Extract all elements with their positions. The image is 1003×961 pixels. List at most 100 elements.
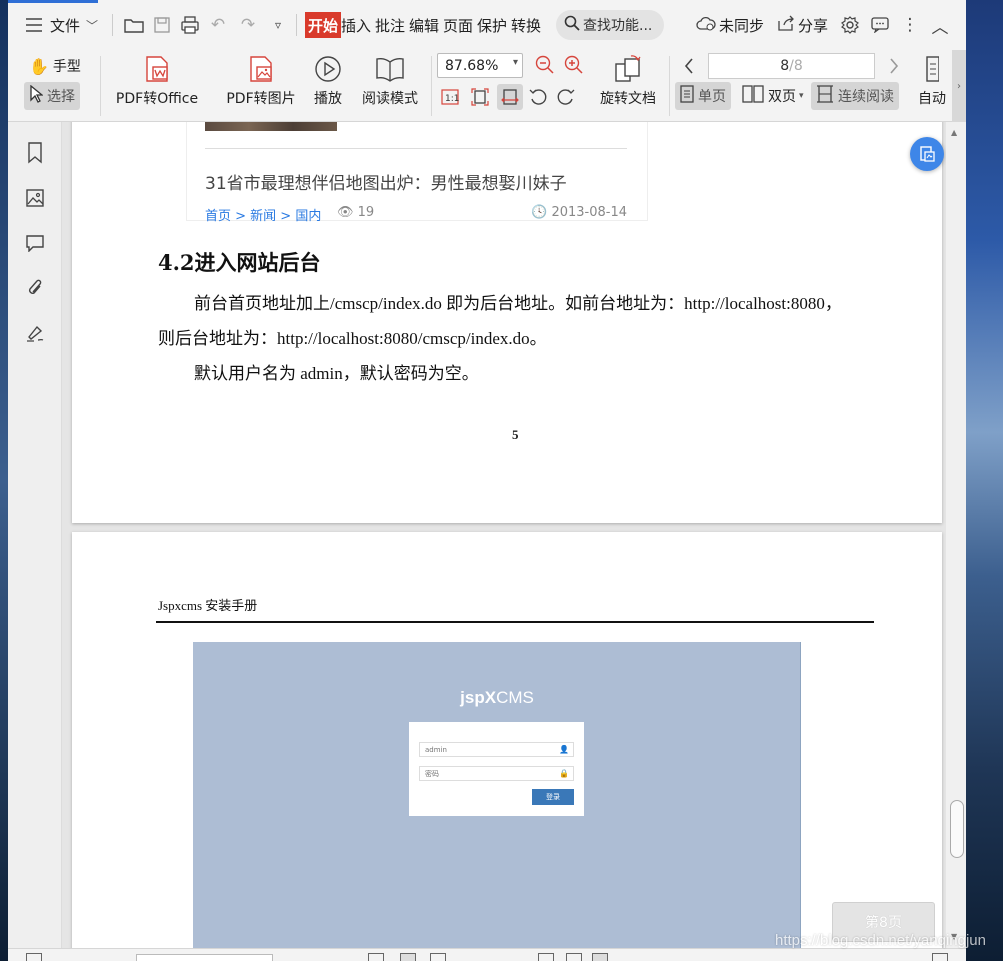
hamburger-menu-icon[interactable] [22,12,46,38]
actual-size-icon[interactable]: 1:1 [437,84,463,110]
read-mode-button[interactable]: 阅读模式 [358,54,422,108]
double-page-button[interactable]: 双页 ▾ [737,82,809,110]
page-number-input[interactable]: 8/8 [708,53,875,79]
tab-insert[interactable]: 插入 [341,12,371,38]
username-field: admin 👤 [419,742,574,757]
sync-status[interactable]: 未同步 [696,12,764,38]
open-folder-icon[interactable] [122,12,146,38]
tab-protect[interactable]: 保护 [477,12,507,38]
fit-width-view-icon[interactable] [538,953,554,961]
full-screen-icon[interactable] [592,953,608,961]
signature-pen-icon[interactable] [22,320,48,346]
jspxcms-logo: jspXCMS [193,688,801,708]
rotate-document-label: 旋转文档 [600,91,656,107]
pdf-to-office-button[interactable]: PDF转Office [111,54,203,108]
pdf-to-office-label: PDF转Office [115,91,199,107]
feature-search-input[interactable]: 查找功能... [556,10,664,40]
single-page-button[interactable]: 单页 [675,82,731,110]
menu-bar: 文件 ﹀ ↶ ↷ ▿ 开始 插入 批注 编辑 页面 保护 转换 查找功能... [8,0,966,50]
news-date-value: 2013-08-14 [551,205,627,220]
search-icon [564,15,580,35]
paragraph-admin-url-line1: 前台首页地址加上/cmscp/index.do 即为后台地址。如前台地址为：ht… [194,294,842,313]
tab-comment[interactable]: 批注 [375,12,405,38]
cursor-arrow-icon [29,84,44,107]
scroll-up-arrow-icon[interactable]: ▲ [951,128,957,137]
previous-page-icon[interactable] [676,53,702,79]
pdf-page-5: 31省市最理想伴侣地图出炉：男性最想娶川妹子 首页 > 新闻 > 国内 👁 19… [72,122,942,523]
share-icon [777,15,795,35]
tab-convert[interactable]: 转换 [511,12,541,38]
share-button[interactable]: 分享 [777,12,828,38]
fit-width-icon[interactable] [497,84,523,110]
continuous-reading-button[interactable]: 连续阅读 [811,82,899,110]
search-placeholder: 查找功能... [583,18,653,34]
rotate-document-button[interactable]: 旋转文档 [596,54,660,108]
tab-page-label: 页面 [443,16,474,35]
login-button: 登录 [532,789,574,805]
password-placeholder: 密码 [425,769,439,778]
logo-part-x: X [484,688,497,707]
zoom-value: 87.68% [445,57,499,74]
page-header-title: Jspxcms 安装手册 [158,598,258,613]
document-viewport[interactable]: 31省市最理想伴侣地图出炉：男性最想娶川妹子 首页 > 新闻 > 国内 👁 19… [62,122,946,948]
zoom-level-select[interactable]: 87.68% ▾ [437,53,523,78]
double-page-view-icon[interactable] [430,953,446,961]
logo-part-cms: CMS [496,688,534,707]
sidebar-toggle-icon[interactable] [26,953,42,961]
lock-icon: 🔒 [559,769,569,778]
file-menu-label: 文件 [50,16,81,35]
tab-edit[interactable]: 编辑 [409,12,439,38]
auto-scroll-button[interactable]: 自动 [914,54,950,108]
next-page-icon[interactable] [881,53,907,79]
rotate-left-icon[interactable] [525,84,551,110]
double-page-label: 双页 [768,89,796,105]
expand-icon[interactable] [932,953,948,961]
quick-access-dropdown-icon[interactable]: ▿ [266,12,290,38]
tab-edit-label: 编辑 [409,16,440,35]
news-views-count: 19 [357,205,375,220]
continuous-reading-label: 连续阅读 [838,89,894,105]
save-icon[interactable] [150,12,174,38]
bookmark-icon[interactable] [22,140,48,166]
zoom-out-icon[interactable] [532,52,558,78]
status-page-input[interactable] [136,954,273,961]
single-page-view-icon[interactable] [368,953,384,961]
news-date: 🕓 2013-08-14 [531,205,627,220]
desktop-background-left [0,0,8,961]
print-icon[interactable] [178,12,202,38]
comment-icon[interactable] [22,230,48,256]
feedback-icon[interactable] [868,12,892,38]
floating-convert-button[interactable] [910,137,944,171]
menu-separator [112,14,113,36]
logo-part-jsp: jsp [460,688,485,707]
play-button[interactable]: 播放 [308,54,348,108]
pdf-page-6: Jspxcms 安装手册 jspXCMS admin 👤 密码 🔒 登录 [72,532,942,948]
pdf-to-image-button[interactable]: PDF转图片 [222,54,300,108]
news-divider [205,148,627,149]
attachment-paperclip-icon[interactable] [22,275,48,301]
password-field: 密码 🔒 [419,766,574,781]
fit-page-icon[interactable] [467,84,493,110]
tab-page[interactable]: 页面 [443,12,473,38]
hand-tool-button[interactable]: ✋ 手型 [24,52,86,80]
scrollbar-thumb[interactable] [950,800,964,858]
thumbnail-image-icon[interactable] [22,185,48,211]
file-menu[interactable]: 文件 ﹀ [50,12,98,38]
settings-gear-icon[interactable] [838,12,862,38]
ribbon-scroll-right-icon[interactable]: › [952,50,966,122]
more-options-icon[interactable]: ⋮ [898,12,922,38]
zoom-in-icon[interactable] [561,52,587,78]
pdf-to-word-icon [142,54,172,84]
select-tool-button[interactable]: 选择 [24,82,80,110]
continuous-view-icon[interactable] [400,953,416,961]
collapse-ribbon-icon[interactable]: ︿ [928,12,952,38]
rotate-document-icon [613,54,643,84]
play-icon [313,54,343,84]
redo-icon[interactable]: ↷ [236,12,260,38]
menu-separator [296,14,297,36]
rotate-right-icon[interactable] [553,84,579,110]
fit-page-view-icon[interactable] [566,953,582,961]
tab-home[interactable]: 开始 [305,12,342,38]
undo-icon[interactable]: ↶ [206,12,230,38]
vertical-scrollbar[interactable]: ▲ ▼ [946,122,966,948]
